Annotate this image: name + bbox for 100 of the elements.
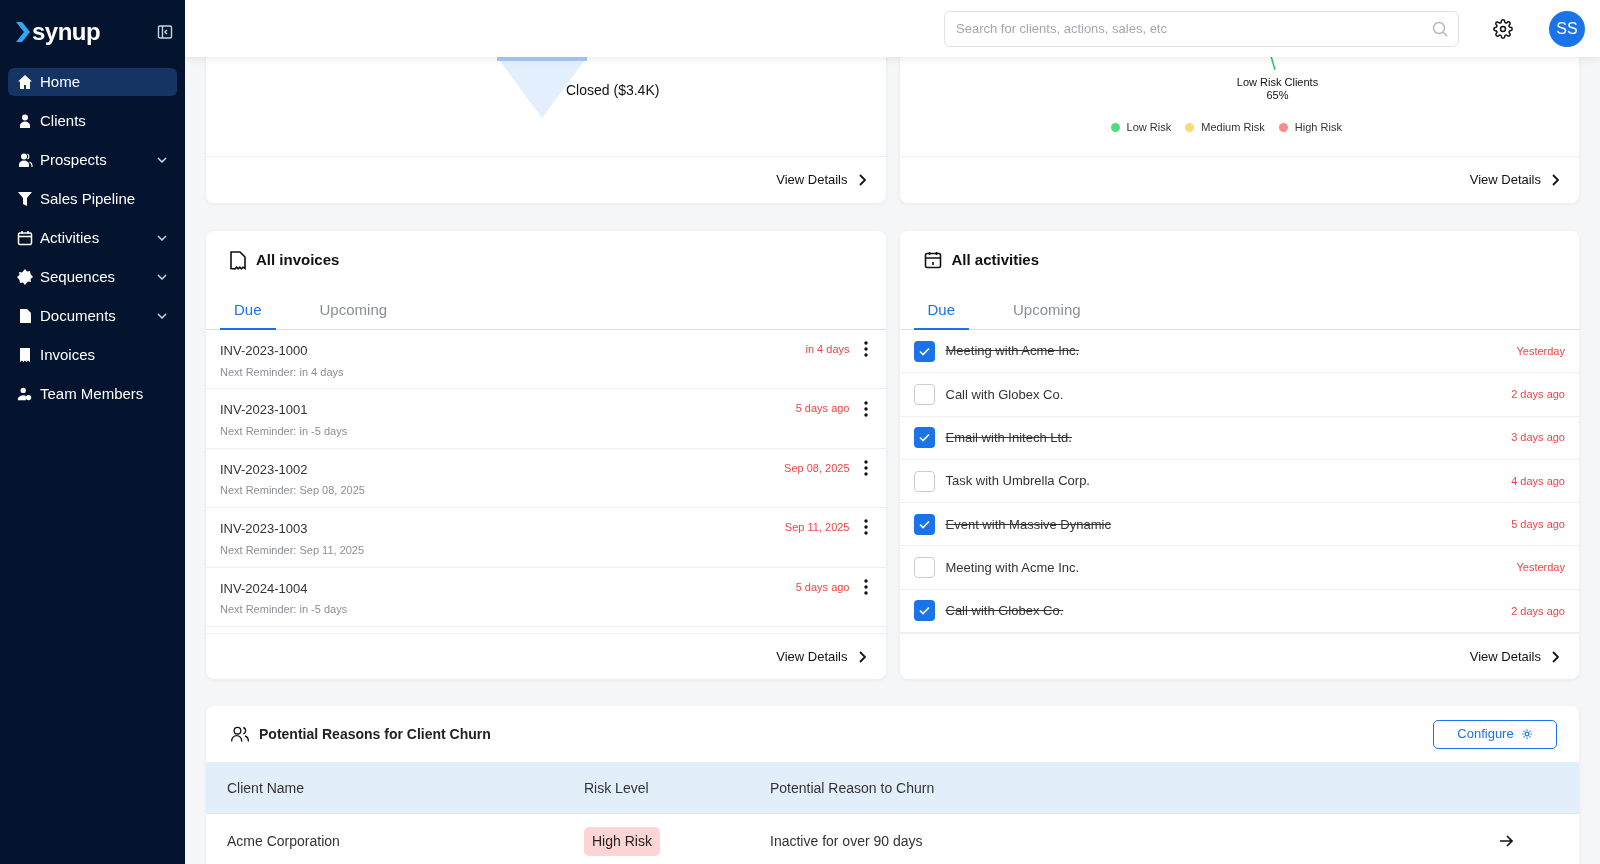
- document-icon: [17, 308, 33, 324]
- more-options-icon[interactable]: [863, 519, 868, 536]
- card-title: Potential Reasons for Client Churn: [259, 724, 491, 744]
- view-details-link[interactable]: View Details: [1469, 170, 1559, 190]
- chevron-right-icon: [1551, 650, 1559, 663]
- person-gear-icon: [17, 386, 33, 402]
- due-date: 5 days ago: [795, 579, 850, 595]
- checkbox[interactable]: [913, 383, 935, 405]
- invoice-id: INV-2023-1000: [220, 342, 309, 360]
- search-icon: [1432, 20, 1448, 37]
- document-icon: [230, 250, 246, 270]
- column-header: Client Name: [227, 779, 305, 796]
- client-name: Acme Corporation: [227, 833, 340, 849]
- slice-value: 65%: [1266, 89, 1289, 102]
- activity-time: 4 days ago: [1511, 473, 1565, 489]
- activity-time: Yesterday: [1516, 343, 1565, 359]
- risk-badge: High Risk: [584, 826, 660, 856]
- invoice-id: INV-2023-1001: [220, 401, 309, 420]
- more-options-icon[interactable]: [863, 400, 868, 417]
- chevron-right-icon: [1551, 174, 1559, 186]
- sidebar-item[interactable]: Documents: [8, 302, 177, 330]
- more-options-icon[interactable]: [863, 341, 868, 358]
- check-icon: [918, 433, 930, 443]
- column-header: Potential Reason to Churn: [770, 779, 935, 796]
- checkbox[interactable]: [913, 427, 935, 449]
- sidebar-item[interactable]: Activities: [8, 224, 177, 252]
- activity-label: Event with Massive Dynamic: [945, 515, 1111, 534]
- checkbox[interactable]: [913, 600, 935, 622]
- receipt-icon: [17, 347, 33, 363]
- activity-label: Task with Umbrella Corp.: [945, 472, 1090, 491]
- calendar-icon: [17, 230, 33, 246]
- reminder-text: Next Reminder: in 4 days: [220, 364, 344, 380]
- column-header: Risk Level: [584, 779, 649, 796]
- view-details-link[interactable]: View Details: [776, 170, 866, 190]
- legend-label: Low Risk: [1126, 120, 1172, 135]
- view-details-link[interactable]: View Details: [1469, 646, 1559, 667]
- invoice-id: INV-2023-1003: [220, 520, 309, 539]
- sidebar-item[interactable]: Clients: [8, 107, 177, 135]
- logo-chevron-icon: [16, 22, 30, 42]
- checkbox[interactable]: [913, 513, 935, 535]
- activity-label: Call with Globex Co.: [945, 385, 1064, 404]
- users-icon: [230, 724, 250, 744]
- checkbox[interactable]: [913, 557, 935, 579]
- funnel-stage-label: Closed ($3.4K): [566, 81, 660, 100]
- configure-button[interactable]: Configure: [1433, 719, 1557, 749]
- churn-reason: Inactive for over 90 days: [770, 833, 923, 849]
- due-date: 5 days ago: [795, 401, 850, 417]
- check-icon: [918, 519, 930, 529]
- tab[interactable]: Due: [913, 293, 970, 330]
- reminder-text: Next Reminder: in -5 days: [220, 423, 348, 439]
- activity-label: Meeting with Acme Inc.: [945, 342, 1080, 361]
- leader-line: [1269, 56, 1276, 70]
- more-options-icon[interactable]: [863, 578, 868, 595]
- search-field[interactable]: Search for clients, actions, sales, etc: [944, 10, 1459, 47]
- reminder-text: Next Reminder: Sep 11, 2025: [220, 542, 365, 558]
- sidebar-item[interactable]: Invoices: [8, 341, 177, 369]
- sidebar-item[interactable]: Team Members: [8, 380, 177, 408]
- due-date: Sep 08, 2025: [784, 460, 850, 476]
- check-icon: [918, 346, 930, 356]
- chevron-right-icon: [857, 650, 866, 663]
- calendar-icon: [923, 251, 942, 269]
- home-icon: [17, 74, 33, 90]
- card-title: All activities: [951, 249, 1040, 270]
- reminder-text: Next Reminder: in -5 days: [220, 602, 348, 618]
- legend-label: High Risk: [1294, 120, 1342, 135]
- more-options-icon[interactable]: [863, 460, 868, 477]
- invoice-id: INV-2023-1002: [220, 460, 309, 479]
- sidebar-item[interactable]: Sales Pipeline: [8, 185, 177, 213]
- gear-icon: [17, 269, 33, 285]
- activity-label: Meeting with Acme Inc.: [945, 558, 1080, 577]
- activity-label: Email with Initech Ltd.: [945, 429, 1072, 447]
- tab[interactable]: Due: [220, 293, 276, 330]
- chevron-right-icon: [857, 174, 866, 186]
- due-date: Sep 11, 2025: [784, 520, 850, 536]
- sidebar-toggle-icon[interactable]: [157, 24, 173, 40]
- settings-icon[interactable]: [1493, 18, 1513, 39]
- sidebar-item[interactable]: Prospects: [8, 146, 177, 174]
- legend-label: Medium Risk: [1201, 120, 1265, 135]
- settings-icon: [1520, 728, 1533, 740]
- sidebar-item[interactable]: Sequences: [8, 263, 177, 291]
- activity-label: Call with Globex Co.: [945, 602, 1064, 621]
- view-details-link[interactable]: View Details: [776, 646, 866, 667]
- user-avatar[interactable]: SS: [1549, 10, 1585, 47]
- checkbox[interactable]: [913, 340, 935, 362]
- check-icon: [918, 606, 930, 616]
- person-icon: [17, 113, 33, 129]
- invoice-id: INV-2024-1004: [220, 579, 309, 598]
- checkbox[interactable]: [913, 470, 935, 492]
- activity-time: Yesterday: [1516, 560, 1565, 576]
- activity-time: 5 days ago: [1511, 517, 1565, 533]
- due-date: in 4 days: [805, 342, 850, 357]
- arrow-right-icon[interactable]: [1499, 835, 1513, 847]
- funnel-icon: [17, 191, 33, 207]
- card-title: All invoices: [256, 249, 340, 270]
- sidebar-item[interactable]: Home: [8, 68, 177, 96]
- reminder-text: Next Reminder: Sep 08, 2025: [220, 483, 365, 499]
- activity-time: 3 days ago: [1511, 430, 1565, 446]
- slice-label: Low Risk Clients: [1236, 76, 1319, 89]
- activity-time: 2 days ago: [1511, 603, 1565, 619]
- people-icon: [17, 152, 33, 168]
